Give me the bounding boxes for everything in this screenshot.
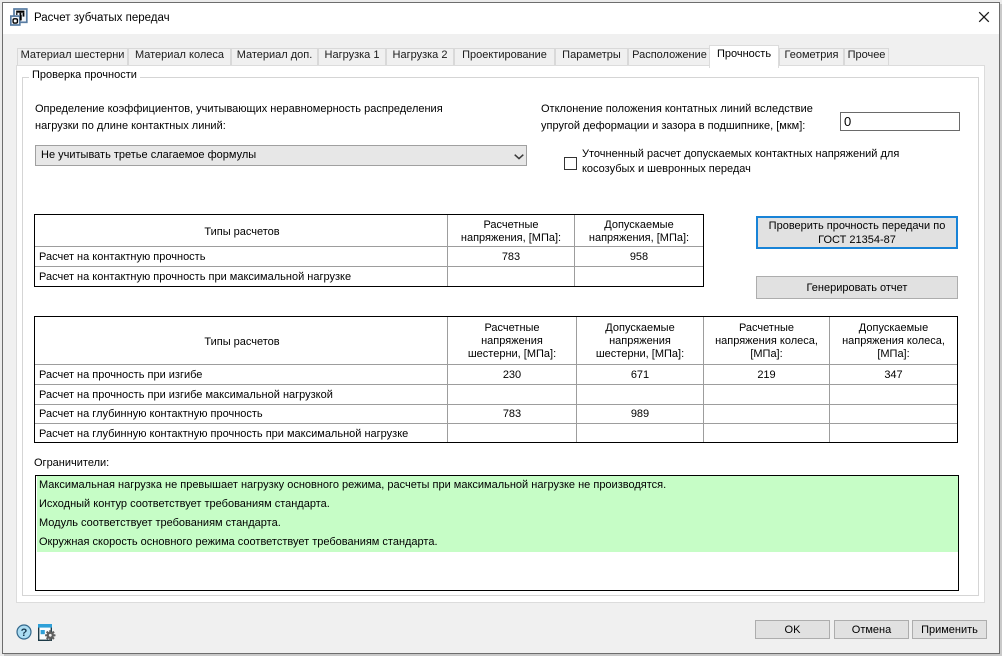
svg-text:?: ? bbox=[21, 627, 28, 639]
